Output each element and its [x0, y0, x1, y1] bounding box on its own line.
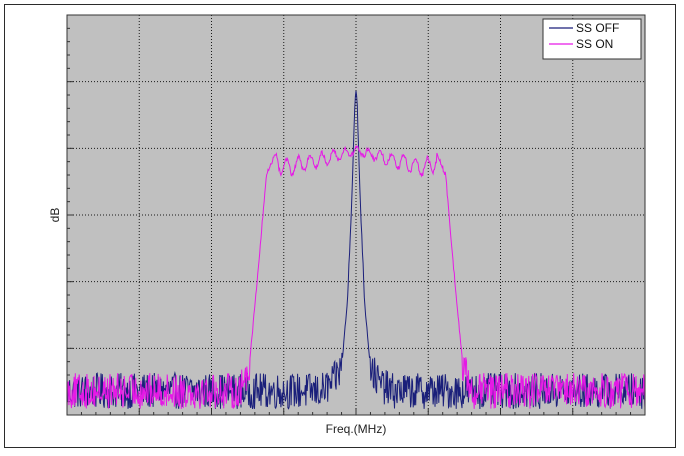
legend-label-ss-on: SS ON — [576, 37, 613, 51]
legend-label-ss-off: SS OFF — [576, 21, 619, 35]
y-axis-label: dB — [48, 208, 62, 223]
x-axis-label: Freq.(MHz) — [326, 422, 387, 436]
legend: SS OFF SS ON — [542, 18, 642, 60]
spectrum-chart: dB Freq.(MHz) SS OFF SS ON — [48, 14, 646, 436]
chart-frame: dB Freq.(MHz) SS OFF SS ON — [4, 4, 676, 448]
